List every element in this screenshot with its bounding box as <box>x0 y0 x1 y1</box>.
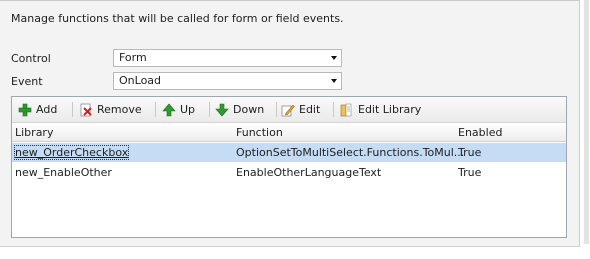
event-handlers-panel: Manage functions that will be called for… <box>0 0 580 247</box>
remove-document-icon <box>80 103 92 116</box>
arrow-up-icon <box>162 103 176 116</box>
event-select[interactable]: OnLoad <box>113 72 342 90</box>
column-header-function[interactable]: Function <box>236 126 283 139</box>
control-label: Control <box>11 52 51 65</box>
toolbar-separator <box>333 102 334 117</box>
row-library: new_EnableOther <box>15 166 112 179</box>
plus-icon <box>18 103 32 116</box>
row-enabled: True <box>458 146 482 159</box>
edit-label: Edit <box>299 103 321 116</box>
grid-header: Library Function Enabled <box>12 123 566 142</box>
edit-library-label: Edit Library <box>358 103 422 116</box>
column-header-enabled[interactable]: Enabled <box>458 126 502 139</box>
chevron-down-icon <box>331 56 337 60</box>
edit-library-button[interactable]: Edit Library <box>340 101 421 118</box>
control-select[interactable]: Form <box>113 49 342 67</box>
edit-button[interactable]: Edit <box>281 101 320 118</box>
panel-description: Manage functions that will be called for… <box>11 12 344 25</box>
down-label: Down <box>233 103 265 116</box>
remove-label: Remove <box>97 103 142 116</box>
toolbar-separator <box>276 102 277 117</box>
add-button[interactable]: Add <box>18 101 57 118</box>
remove-button[interactable]: Remove <box>79 101 142 118</box>
arrow-down-icon <box>215 103 229 116</box>
down-button[interactable]: Down <box>215 101 264 118</box>
row-enabled: True <box>458 166 482 179</box>
chevron-down-icon <box>331 79 337 83</box>
table-row[interactable]: new_EnableOther EnableOtherLanguageText … <box>12 163 566 182</box>
library-icon <box>340 103 352 116</box>
column-header-library[interactable]: Library <box>15 126 53 139</box>
toolbar-separator <box>155 102 156 117</box>
scrollbar-thumb[interactable] <box>584 0 589 244</box>
grid-toolbar: Add Remove Up Down Edit Edit Library <box>12 97 566 123</box>
up-label: Up <box>180 103 196 116</box>
row-function: EnableOtherLanguageText <box>236 166 382 179</box>
row-library: new_OrderCheckbox <box>13 145 130 160</box>
toolbar-separator <box>209 102 210 117</box>
toolbar-separator <box>72 102 73 117</box>
event-label: Event <box>11 75 43 88</box>
row-function: OptionSetToMultiSelect.Functions.ToMul..… <box>236 146 465 159</box>
scrollbar-track[interactable] <box>580 0 590 259</box>
add-label: Add <box>36 103 58 116</box>
up-button[interactable]: Up <box>162 101 195 118</box>
edit-pencil-icon <box>281 104 295 116</box>
table-row[interactable]: new_OrderCheckbox OptionSetToMultiSelect… <box>12 143 566 162</box>
handlers-grid: Add Remove Up Down Edit Edit Library Lib… <box>11 96 567 238</box>
event-select-value: OnLoad <box>119 74 162 87</box>
top-divider <box>0 0 579 1</box>
control-select-value: Form <box>119 51 147 64</box>
